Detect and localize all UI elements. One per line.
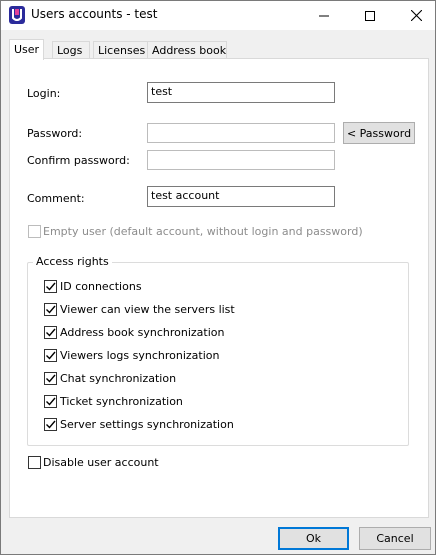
checkbox-address-book-sync[interactable] [44, 326, 57, 339]
tab-licenses[interactable]: Licenses [93, 41, 149, 59]
access-right-label: Ticket synchronization [60, 395, 183, 408]
checkmark-icon [46, 420, 56, 429]
empty-user-label: Empty user (default account, without log… [43, 225, 363, 238]
checkbox-view-servers[interactable] [44, 303, 57, 316]
checkmark-icon [46, 305, 56, 314]
checkmark-icon [46, 374, 56, 383]
password-label: Password: [27, 127, 83, 140]
close-icon [410, 10, 422, 21]
checkbox-id-connections[interactable] [44, 280, 57, 293]
app-icon [9, 6, 25, 24]
checkbox-viewers-logs-sync[interactable] [44, 349, 57, 362]
access-rights-title: Access rights [33, 255, 112, 268]
access-right-label: ID connections [60, 280, 142, 293]
tab-logs[interactable]: Logs [52, 41, 90, 59]
access-right-label: Chat synchronization [60, 372, 177, 385]
checkmark-icon [46, 351, 56, 360]
ok-button[interactable]: Ok [278, 527, 349, 550]
login-label: Login: [27, 87, 61, 100]
minimize-button[interactable] [301, 1, 347, 30]
checkbox-chat-sync[interactable] [44, 372, 57, 385]
maximize-button[interactable] [347, 1, 393, 30]
confirm-password-label: Confirm password: [27, 154, 130, 167]
window-title: Users accounts - test [31, 7, 158, 21]
confirm-password-input[interactable] [147, 150, 335, 170]
maximize-icon [365, 10, 375, 21]
show-password-button[interactable]: < Password [343, 122, 415, 144]
checkmark-icon [46, 282, 56, 291]
checkbox-server-settings-sync[interactable] [44, 418, 57, 431]
access-right-label: Server settings synchronization [60, 418, 234, 431]
dialog-window: Users accounts - test User Logs Licenses… [0, 0, 436, 555]
tab-user[interactable]: User [9, 39, 44, 60]
checkmark-icon [46, 397, 56, 406]
minimize-icon [319, 15, 329, 16]
title-bar[interactable]: Users accounts - test [1, 1, 435, 30]
login-input[interactable]: test [147, 82, 335, 103]
empty-user-checkbox[interactable] [28, 225, 41, 238]
access-right-label: Viewers logs synchronization [60, 349, 220, 362]
disable-account-checkbox[interactable] [28, 456, 41, 469]
comment-label: Comment: [27, 192, 85, 205]
checkbox-ticket-sync[interactable] [44, 395, 57, 408]
close-button[interactable] [393, 1, 436, 30]
access-right-label: Viewer can view the servers list [60, 303, 235, 316]
checkmark-icon [46, 328, 56, 337]
password-input[interactable] [147, 123, 335, 143]
comment-input[interactable]: test account [147, 186, 335, 207]
tab-address-book[interactable]: Address book [147, 41, 227, 59]
disable-account-label: Disable user account [43, 456, 159, 469]
access-right-label: Address book synchronization [60, 326, 225, 339]
cancel-button[interactable]: Cancel [359, 527, 431, 550]
